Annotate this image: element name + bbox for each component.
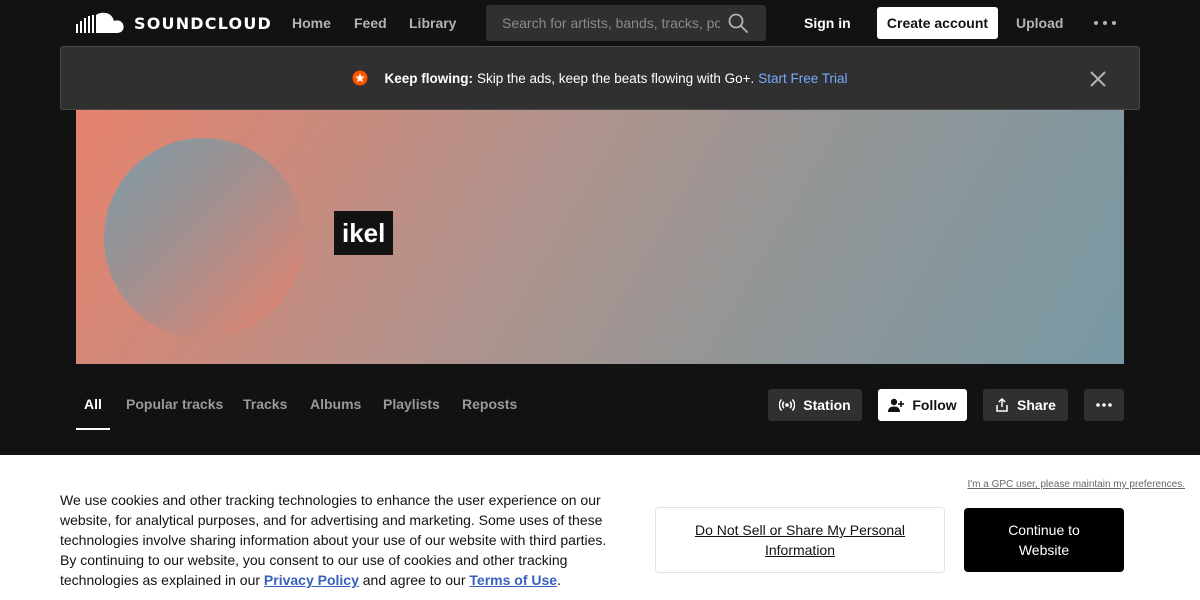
- share-button[interactable]: Share: [983, 389, 1068, 421]
- search-icon[interactable]: [728, 13, 748, 38]
- cookie-message: We use cookies and other tracking techno…: [60, 490, 625, 590]
- more-options-icon[interactable]: [1094, 12, 1116, 34]
- profile-header: ikel: [76, 108, 1124, 364]
- tab-playlists[interactable]: Playlists: [383, 396, 440, 412]
- tab-all[interactable]: All: [84, 396, 102, 412]
- privacy-policy-link[interactable]: Privacy Policy: [264, 572, 359, 588]
- tab-albums[interactable]: Albums: [310, 396, 361, 412]
- start-free-trial-link[interactable]: Start Free Trial: [758, 71, 847, 86]
- create-account-button[interactable]: Create account: [877, 7, 998, 39]
- cookie-text-part: .: [557, 572, 561, 588]
- station-label: Station: [803, 397, 851, 413]
- add-user-icon: [888, 398, 905, 412]
- continue-to-website-button[interactable]: Continue to Website: [964, 508, 1124, 572]
- close-icon[interactable]: [1089, 70, 1107, 88]
- search-input[interactable]: [502, 5, 720, 41]
- brand-name: SOUNDCLOUD: [134, 13, 273, 33]
- terms-of-use-link[interactable]: Terms of Use: [469, 572, 557, 588]
- banner-title: Keep flowing:: [384, 70, 473, 86]
- share-icon: [996, 398, 1008, 412]
- more-actions-button[interactable]: [1084, 389, 1124, 421]
- nav-home[interactable]: Home: [292, 15, 331, 31]
- station-button[interactable]: Station: [768, 389, 862, 421]
- more-icon: [1096, 403, 1112, 407]
- nav-library[interactable]: Library: [409, 15, 456, 31]
- cookie-consent-bar: We use cookies and other tracking techno…: [0, 455, 1200, 600]
- artist-name: ikel: [334, 211, 394, 255]
- soundcloud-cloud-icon: [76, 12, 124, 33]
- go-plus-star-icon: [352, 70, 368, 86]
- top-navigation: SOUNDCLOUD Home Feed Library Sign in Cre…: [0, 0, 1200, 46]
- gpc-preference-link[interactable]: I'm a GPC user, please maintain my prefe…: [967, 479, 1185, 490]
- follow-label: Follow: [912, 397, 957, 413]
- banner-text: Skip the ads, keep the beats flowing wit…: [476, 70, 755, 86]
- station-icon: [779, 398, 796, 412]
- nav-feed[interactable]: Feed: [354, 15, 387, 31]
- go-plus-banner: Keep flowing: Skip the ads, keep the bea…: [60, 46, 1140, 110]
- do-not-sell-button[interactable]: Do Not Sell or Share My Personal Informa…: [655, 507, 945, 573]
- upload-link[interactable]: Upload: [1016, 15, 1063, 31]
- tab-tracks[interactable]: Tracks: [243, 396, 287, 412]
- follow-button[interactable]: Follow: [878, 389, 967, 421]
- search-box: [486, 5, 766, 41]
- soundcloud-logo[interactable]: SOUNDCLOUD: [76, 12, 272, 34]
- banner-message: Keep flowing: Skip the ads, keep the bea…: [61, 70, 1139, 86]
- share-label: Share: [1017, 397, 1056, 413]
- tab-popular-tracks[interactable]: Popular tracks: [126, 396, 223, 412]
- tab-reposts[interactable]: Reposts: [462, 396, 517, 412]
- avatar[interactable]: [104, 138, 304, 338]
- active-tab-indicator: [76, 428, 110, 430]
- cookie-text-part: and agree to our: [358, 572, 470, 588]
- sign-in-link[interactable]: Sign in: [804, 15, 851, 31]
